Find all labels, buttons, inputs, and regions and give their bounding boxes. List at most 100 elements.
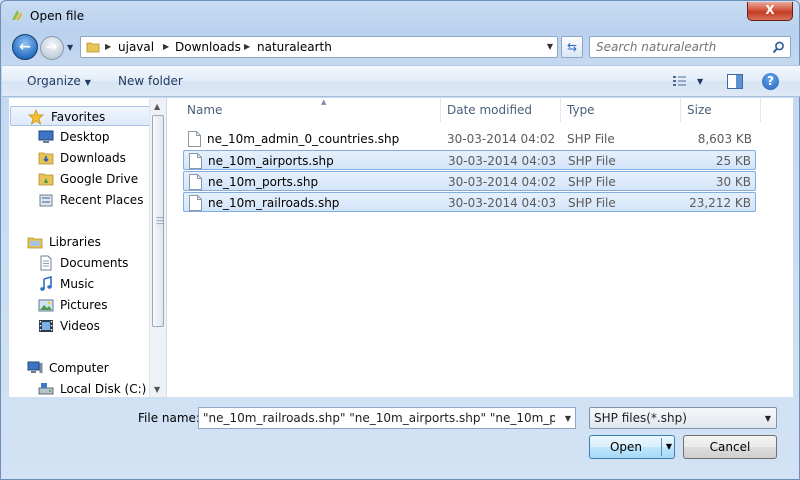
column-header-size-label: Size (687, 103, 712, 117)
nav-recent-places-label: Recent Places (60, 193, 144, 207)
preview-pane-icon[interactable] (727, 74, 743, 89)
column-header-date-label: Date modified (447, 103, 533, 117)
file-row[interactable]: ne_10m_ports.shp 30-03-2014 04:02 SHP Fi… (183, 171, 756, 191)
nav-libraries[interactable]: Libraries (9, 232, 150, 252)
file-row[interactable]: ne_10m_airports.shp 30-03-2014 04:03 SHP… (183, 150, 756, 170)
breadcrumb-ujaval[interactable]: ujaval (118, 40, 154, 54)
breadcrumb-separator-icon[interactable]: ▶ (163, 42, 169, 51)
title-bar[interactable]: Open file X (1, 1, 799, 31)
nav-recent-places[interactable]: Recent Places (9, 190, 150, 210)
file-type-select[interactable]: SHP files(*.shp) ▼ (589, 407, 777, 429)
breadcrumb-separator-icon[interactable]: ▶ (105, 42, 111, 51)
nav-computer[interactable]: Computer (9, 358, 150, 378)
file-type: SHP File (568, 196, 616, 210)
close-button[interactable]: X (747, 2, 793, 21)
file-icon (189, 153, 202, 169)
search-input[interactable] (594, 39, 764, 55)
search-icon[interactable] (772, 41, 785, 54)
refresh-icon: ⇆ (566, 40, 578, 54)
arrow-right-icon: → (46, 40, 58, 55)
nav-favorites[interactable]: Favorites (10, 106, 151, 126)
nav-desktop[interactable]: Desktop (9, 127, 150, 147)
arrow-left-icon: ← (19, 39, 31, 55)
file-name-input[interactable]: "ne_10m_railroads.shp" "ne_10m_airports.… (203, 411, 555, 425)
file-type-dropdown-icon: ▼ (764, 414, 771, 423)
file-type: SHP File (568, 154, 616, 168)
view-dropdown-icon[interactable]: ▼ (697, 77, 703, 86)
file-name-dropdown-icon[interactable]: ▼ (565, 414, 571, 423)
file-list[interactable]: Name ▲ Date modified Type Size ne_10m_ad… (167, 98, 793, 397)
file-date: 30-03-2014 04:03 (448, 154, 557, 168)
back-button[interactable]: ← (12, 34, 38, 60)
nav-desktop-label: Desktop (60, 130, 110, 144)
nav-downloads[interactable]: Downloads (9, 148, 150, 168)
open-button[interactable]: Open ▼ (589, 435, 675, 459)
column-header-date[interactable]: Date modified (441, 98, 561, 122)
file-date: 30-03-2014 04:03 (448, 196, 557, 210)
search-box[interactable] (589, 36, 791, 58)
scroll-down-icon[interactable]: ▼ (154, 385, 160, 394)
breadcrumb-downloads[interactable]: Downloads (175, 40, 241, 54)
view-options-icon[interactable] (672, 75, 688, 88)
nav-google-drive[interactable]: Google Drive (9, 169, 150, 189)
file-size: 23,212 KB (689, 196, 751, 210)
column-header-size[interactable]: Size (681, 98, 761, 122)
open-options-dropdown-icon[interactable]: ▼ (666, 436, 672, 458)
disk-icon (38, 383, 54, 395)
file-size: 25 KB (715, 154, 751, 168)
navigation-pane-scrollbar[interactable]: ▲ — — — ▼ (149, 98, 166, 397)
nav-local-disk[interactable]: Local Disk (C:) (9, 379, 150, 397)
organize-label: Organize (27, 74, 81, 88)
nav-pictures-label: Pictures (60, 298, 108, 312)
help-icon[interactable]: ? (762, 73, 779, 90)
documents-icon (40, 255, 52, 271)
address-dropdown-icon[interactable]: ▼ (547, 42, 553, 51)
file-size: 30 KB (715, 175, 751, 189)
nav-videos[interactable]: Videos (9, 316, 150, 336)
folder-icon (86, 42, 100, 53)
downloads-folder-icon (38, 152, 54, 165)
breadcrumb-separator-icon[interactable]: ▶ (244, 42, 250, 51)
file-type: SHP File (567, 132, 615, 146)
google-drive-folder-icon (38, 173, 54, 186)
grip-icon: — — — (156, 213, 164, 228)
nav-pictures[interactable]: Pictures (9, 295, 150, 315)
nav-videos-label: Videos (60, 319, 100, 333)
refresh-button[interactable]: ⇆ (561, 36, 583, 58)
file-name: ne_10m_admin_0_countries.shp (207, 132, 400, 146)
file-name: ne_10m_ports.shp (208, 175, 319, 189)
file-name: ne_10m_airports.shp (208, 154, 334, 168)
file-name-combobox[interactable]: "ne_10m_railroads.shp" "ne_10m_airports.… (198, 407, 576, 429)
address-bar[interactable]: ▶ ujaval ▶ Downloads ▶ naturalearth ▼ (80, 36, 558, 58)
libraries-icon (27, 237, 43, 249)
column-header-name-label: Name (187, 103, 223, 117)
file-type: SHP File (568, 175, 616, 189)
file-icon (189, 195, 202, 211)
organize-button[interactable]: Organize ▼ (27, 74, 91, 88)
cancel-button[interactable]: Cancel (683, 435, 777, 459)
file-row[interactable]: ne_10m_railroads.shp 30-03-2014 04:03 SH… (183, 192, 756, 212)
column-header-type-label: Type (567, 103, 595, 117)
music-icon (40, 276, 52, 291)
nav-music[interactable]: Music (9, 274, 150, 294)
navigation-pane[interactable]: Favorites Desktop Downloads Google Drive… (9, 98, 166, 397)
file-icon (188, 131, 201, 147)
column-header-name[interactable]: Name ▲ (181, 98, 441, 122)
chevron-down-icon: ▼ (84, 78, 91, 87)
recent-pages-dropdown[interactable]: ▼ (67, 43, 73, 52)
command-toolbar: Organize ▼ New folder ▼ ? (2, 65, 800, 97)
file-date: 30-03-2014 04:02 (447, 132, 556, 146)
scrollbar-thumb[interactable]: — — — (152, 115, 164, 327)
forward-button[interactable]: → (40, 36, 64, 60)
nav-computer-label: Computer (49, 361, 109, 375)
nav-libraries-label: Libraries (49, 235, 101, 249)
breadcrumb-naturalearth[interactable]: naturalearth (257, 40, 332, 54)
scroll-up-icon[interactable]: ▲ (154, 102, 160, 111)
new-folder-button[interactable]: New folder (118, 74, 183, 88)
file-row[interactable]: ne_10m_admin_0_countries.shp 30-03-2014 … (183, 129, 756, 149)
column-header-type[interactable]: Type (561, 98, 681, 122)
desktop-icon (38, 130, 54, 143)
nav-documents[interactable]: Documents (9, 253, 150, 273)
qgis-app-icon (12, 10, 22, 20)
nav-favorites-label: Favorites (51, 110, 106, 124)
